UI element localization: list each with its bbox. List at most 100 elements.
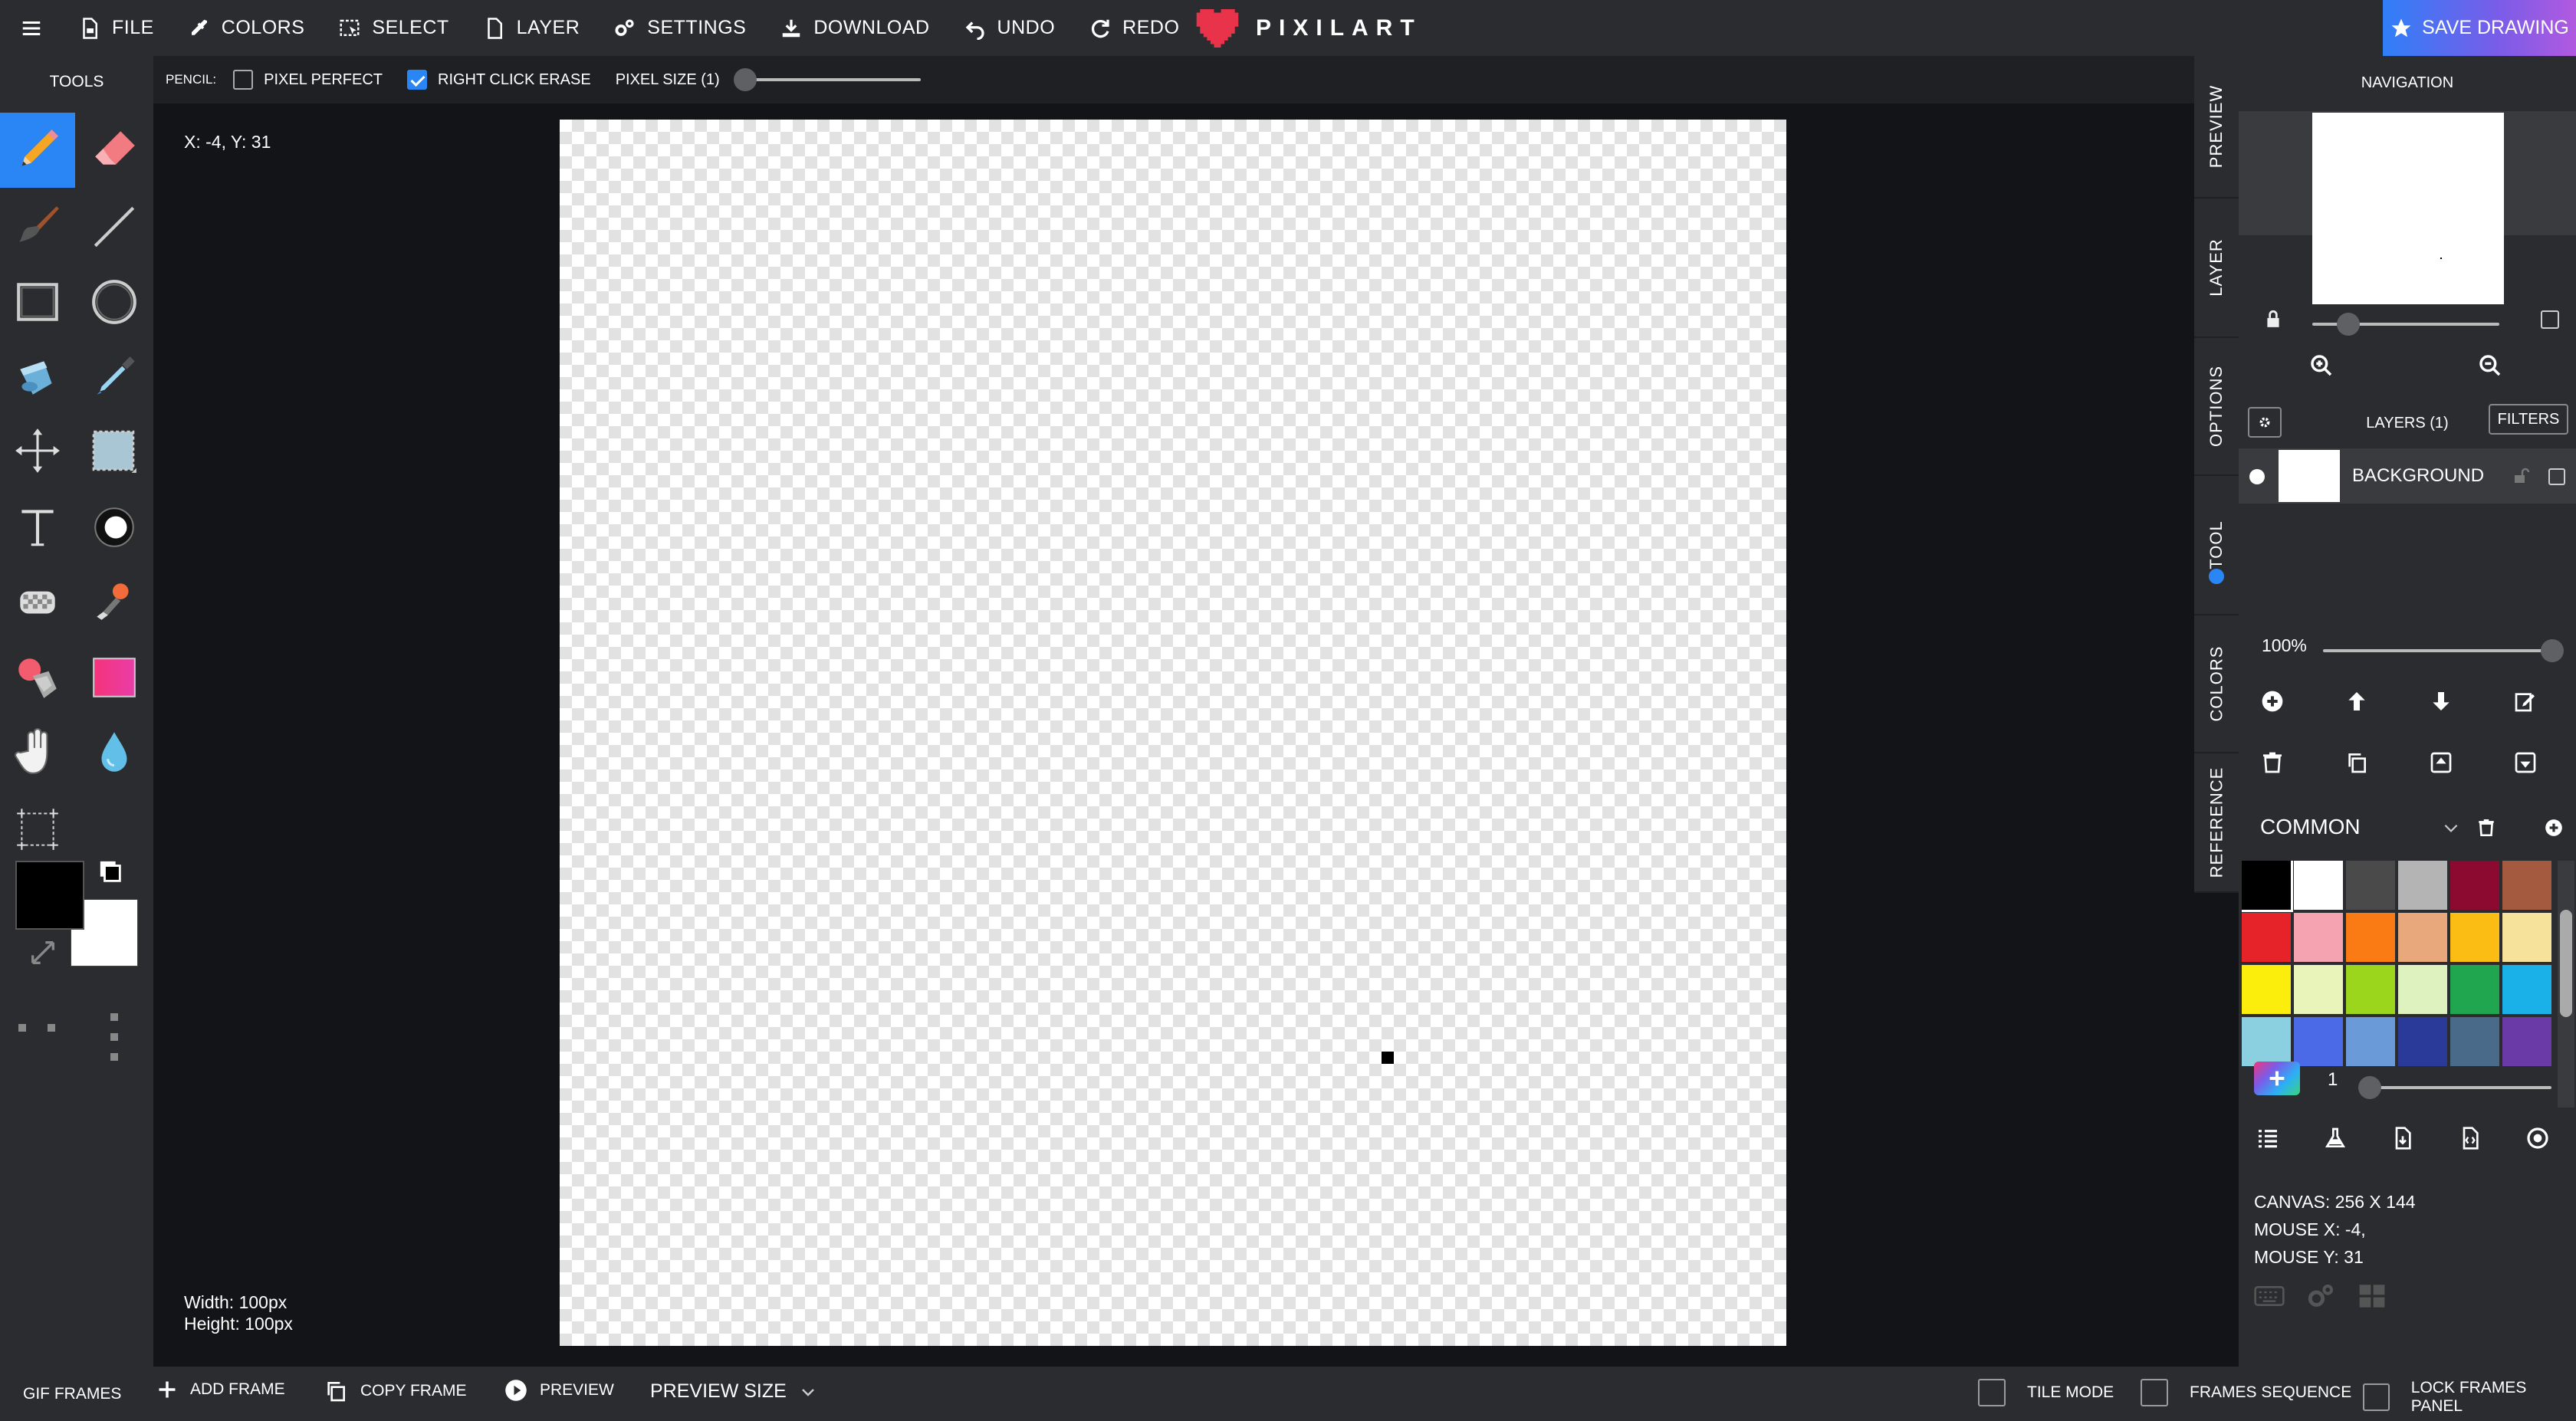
eraser-tool[interactable] <box>77 113 152 188</box>
hamburger-menu-button[interactable] <box>0 0 61 56</box>
brush-tool[interactable] <box>0 189 75 264</box>
palette-color-swatch[interactable] <box>2242 913 2291 962</box>
frames-sequence-toggle[interactable]: FRAMES SEQUENCE <box>2141 1379 2351 1406</box>
layer-name[interactable]: BACKGROUND <box>2352 465 2484 487</box>
primary-color-swatch[interactable] <box>15 861 84 930</box>
save-drawing-button[interactable]: SAVE DRAWING <box>2383 0 2576 56</box>
move-layer-up-button[interactable] <box>2344 689 2369 717</box>
palette-color-swatch[interactable] <box>2398 861 2447 910</box>
palette-color-swatch[interactable] <box>2398 965 2447 1014</box>
palette-dropdown-icon[interactable] <box>2441 818 2461 842</box>
navigation-zoom-knob[interactable] <box>2337 313 2360 336</box>
add-layer-button[interactable] <box>2260 689 2285 717</box>
tab-colors[interactable]: COLORS <box>2194 615 2239 753</box>
hand-tool[interactable] <box>0 715 75 790</box>
add-frame-button[interactable]: ADD FRAME <box>156 1379 285 1400</box>
right-click-erase-checkbox[interactable] <box>407 70 427 90</box>
tab-options[interactable]: OPTIONS <box>2194 338 2239 476</box>
navigation-zoom-slider[interactable] <box>2312 313 2499 336</box>
flask-button[interactable] <box>2323 1126 2348 1154</box>
tab-layer[interactable]: LAYER <box>2194 199 2239 338</box>
frames-sequence-checkbox[interactable] <box>2141 1379 2168 1406</box>
navigation-preview[interactable] <box>2312 113 2504 304</box>
brush-size-knob[interactable] <box>2358 1076 2381 1099</box>
palette-color-swatch[interactable] <box>2502 913 2551 962</box>
colors-menu[interactable]: COLORS <box>171 0 322 56</box>
add-palette-icon[interactable] <box>2544 818 2564 842</box>
stamp-tool[interactable] <box>77 565 152 640</box>
preview-size-dropdown[interactable]: PREVIEW SIZE <box>650 1380 817 1403</box>
palette-color-swatch[interactable] <box>2242 965 2291 1014</box>
layer-menu[interactable]: LAYER <box>466 0 597 56</box>
move-layer-down-button[interactable] <box>2429 689 2453 717</box>
brush-size-slider[interactable] <box>2358 1076 2551 1099</box>
tab-tool[interactable]: TOOL <box>2194 476 2239 615</box>
layer-opacity-slider[interactable] <box>2323 639 2564 662</box>
dither-tool[interactable] <box>0 565 75 640</box>
rectangle-tool[interactable] <box>0 264 75 340</box>
palette-color-swatch[interactable] <box>2294 913 2343 962</box>
palette-scrollbar-thumb[interactable] <box>2560 910 2572 1017</box>
tab-preview[interactable]: PREVIEW <box>2194 56 2239 199</box>
pixel-size-slider-knob[interactable] <box>733 68 757 91</box>
recolor-tool[interactable] <box>0 640 75 715</box>
layer-lock-icon[interactable] <box>2512 467 2530 489</box>
redo-button[interactable]: REDO <box>1072 0 1196 56</box>
pixel-size-slider[interactable] <box>733 68 921 91</box>
palette-scrollbar[interactable] <box>2558 861 2574 1108</box>
palette-color-swatch[interactable] <box>2398 913 2447 962</box>
select-tool[interactable] <box>77 413 152 488</box>
layer-select-checkbox[interactable] <box>2548 468 2565 485</box>
text-tool[interactable] <box>0 490 75 565</box>
palette-color-swatch[interactable] <box>2450 861 2499 910</box>
navigation-lock-icon[interactable] <box>2263 309 2283 333</box>
layer-row[interactable]: BACKGROUND <box>2239 448 2576 504</box>
gradient-tool[interactable] <box>77 640 152 715</box>
settings-menu[interactable]: SETTINGS <box>596 0 763 56</box>
palette-color-swatch[interactable] <box>2294 1017 2343 1066</box>
export-palette-button[interactable] <box>2458 1126 2482 1154</box>
grid-layout-icon[interactable] <box>2357 1282 2387 1314</box>
drawing-canvas[interactable] <box>560 120 1786 1346</box>
undo-button[interactable]: UNDO <box>947 0 1073 56</box>
lock-frames-panel-toggle[interactable]: LOCK FRAMES PANEL <box>2363 1379 2576 1416</box>
edit-layer-button[interactable] <box>2513 689 2538 717</box>
navigation-fit-checkbox[interactable] <box>2541 310 2559 329</box>
delete-layer-button[interactable] <box>2260 750 2285 779</box>
layer-settings-button[interactable] <box>2248 407 2282 438</box>
palette-color-swatch[interactable] <box>2502 965 2551 1014</box>
select-menu[interactable]: SELECT <box>321 0 465 56</box>
bucket-tool[interactable] <box>0 340 75 415</box>
add-color-button[interactable] <box>2254 1062 2300 1095</box>
gears-icon[interactable] <box>2306 1282 2337 1314</box>
palette-color-swatch[interactable] <box>2294 861 2343 910</box>
filters-button[interactable]: FILTERS <box>2489 404 2568 435</box>
pencil-tool[interactable] <box>0 113 75 188</box>
import-palette-button[interactable] <box>2390 1126 2415 1154</box>
delete-palette-icon[interactable] <box>2476 818 2496 842</box>
palette-color-swatch[interactable] <box>2346 1017 2395 1066</box>
download-menu[interactable]: DOWNLOAD <box>763 0 946 56</box>
file-menu[interactable]: FILE <box>61 0 171 56</box>
layer-opacity-knob[interactable] <box>2541 639 2564 662</box>
merge-down-button[interactable] <box>2513 750 2538 779</box>
palette-color-swatch[interactable] <box>2346 861 2395 910</box>
palette-color-swatch[interactable] <box>2502 861 2551 910</box>
palette-color-swatch[interactable] <box>2346 913 2395 962</box>
palette-color-swatch[interactable] <box>2294 965 2343 1014</box>
layer-visibility-icon[interactable] <box>2249 469 2265 484</box>
merge-up-button[interactable] <box>2429 750 2453 779</box>
palette-color-swatch[interactable] <box>2502 1017 2551 1066</box>
lighten-tool[interactable] <box>77 490 152 565</box>
palette-color-swatch[interactable] <box>2450 913 2499 962</box>
blur-tool[interactable] <box>77 715 152 790</box>
circle-tool[interactable] <box>77 264 152 340</box>
keyboard-icon[interactable] <box>2254 1284 2285 1312</box>
pixel-perfect-checkbox[interactable] <box>233 70 254 90</box>
copy-frame-button[interactable]: COPY FRAME <box>324 1379 466 1403</box>
lock-frames-panel-checkbox[interactable] <box>2363 1383 2390 1411</box>
target-button[interactable] <box>2525 1126 2550 1154</box>
palette-color-swatch[interactable] <box>2450 965 2499 1014</box>
zoom-in-button[interactable] <box>2309 353 2334 382</box>
tile-mode-toggle[interactable]: TILE MODE <box>1978 1379 2114 1406</box>
